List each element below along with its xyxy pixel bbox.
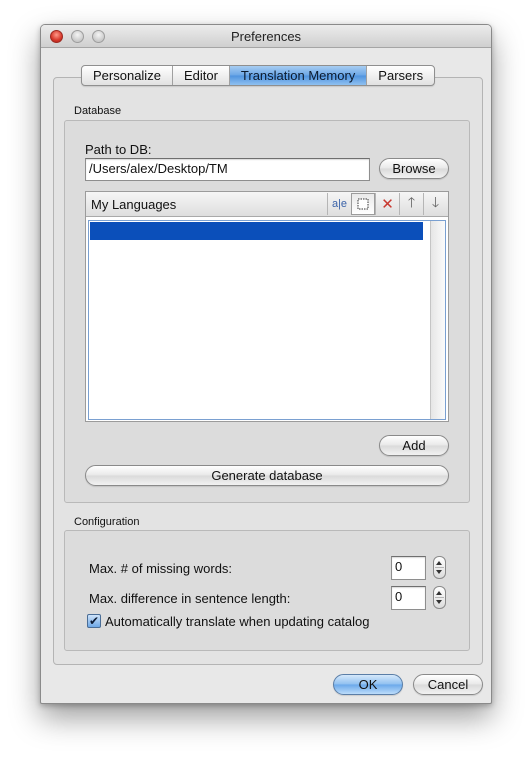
languages-scrollbar[interactable] [430, 221, 445, 419]
language-row-selected[interactable] [90, 222, 423, 240]
tab-translation-memory[interactable]: Translation Memory [228, 66, 367, 85]
stepper-down-icon[interactable] [436, 600, 442, 604]
browse-button[interactable]: Browse [379, 158, 449, 179]
languages-header-label: My Languages [91, 197, 177, 212]
title-bar[interactable]: Preferences [41, 25, 491, 48]
stepper-divider [435, 597, 444, 598]
tab-personalize[interactable]: Personalize [82, 66, 172, 85]
auto-translate-checkbox[interactable]: ✔ [87, 614, 101, 628]
stepper-divider [435, 567, 444, 568]
tab-bar: Personalize Editor Translation Memory Pa… [81, 65, 436, 86]
delete-x-icon[interactable]: ✕ [375, 193, 399, 215]
missing-words-label: Max. # of missing words: [89, 561, 233, 576]
configuration-group-label: Configuration [74, 516, 140, 528]
stepper-up-icon[interactable] [436, 561, 442, 565]
add-language-button[interactable]: Add [379, 435, 449, 456]
stepper-down-icon[interactable] [436, 570, 442, 574]
arrow-up-icon[interactable]: 🡑 [399, 193, 423, 215]
tab-editor[interactable]: Editor [171, 66, 229, 85]
text-edit-icon[interactable]: a|e [327, 193, 351, 215]
missing-words-stepper[interactable] [433, 556, 446, 579]
db-path-field[interactable]: /Users/alex/Desktop/TM [85, 158, 370, 181]
preferences-window: Preferences Personalize Editor Translati… [40, 24, 492, 704]
database-group-label: Database [74, 105, 122, 117]
arrow-down-icon[interactable]: 🡓 [423, 193, 447, 215]
languages-list[interactable] [88, 220, 446, 420]
generate-database-button[interactable]: Generate database [85, 465, 449, 486]
stepper-up-icon[interactable] [436, 591, 442, 595]
missing-words-field[interactable]: 0 [391, 556, 426, 580]
languages-list-header: My Languages a|e ✕ 🡑 🡓 [86, 192, 448, 217]
checkmark-icon: ✔ [88, 614, 100, 628]
sentence-diff-label: Max. difference in sentence length: [89, 591, 291, 606]
window-title: Preferences [230, 29, 302, 44]
path-to-db-label: Path to DB: [85, 142, 152, 157]
note-icon[interactable] [351, 193, 375, 215]
cancel-button[interactable]: Cancel [413, 674, 483, 695]
ok-button[interactable]: OK [333, 674, 403, 695]
sentence-diff-stepper[interactable] [433, 586, 446, 609]
sentence-diff-field[interactable]: 0 [391, 586, 426, 610]
tab-parsers[interactable]: Parsers [366, 66, 434, 85]
auto-translate-label[interactable]: Automatically translate when updating ca… [105, 614, 370, 629]
languages-list-frame: My Languages a|e ✕ 🡑 🡓 [85, 191, 449, 422]
